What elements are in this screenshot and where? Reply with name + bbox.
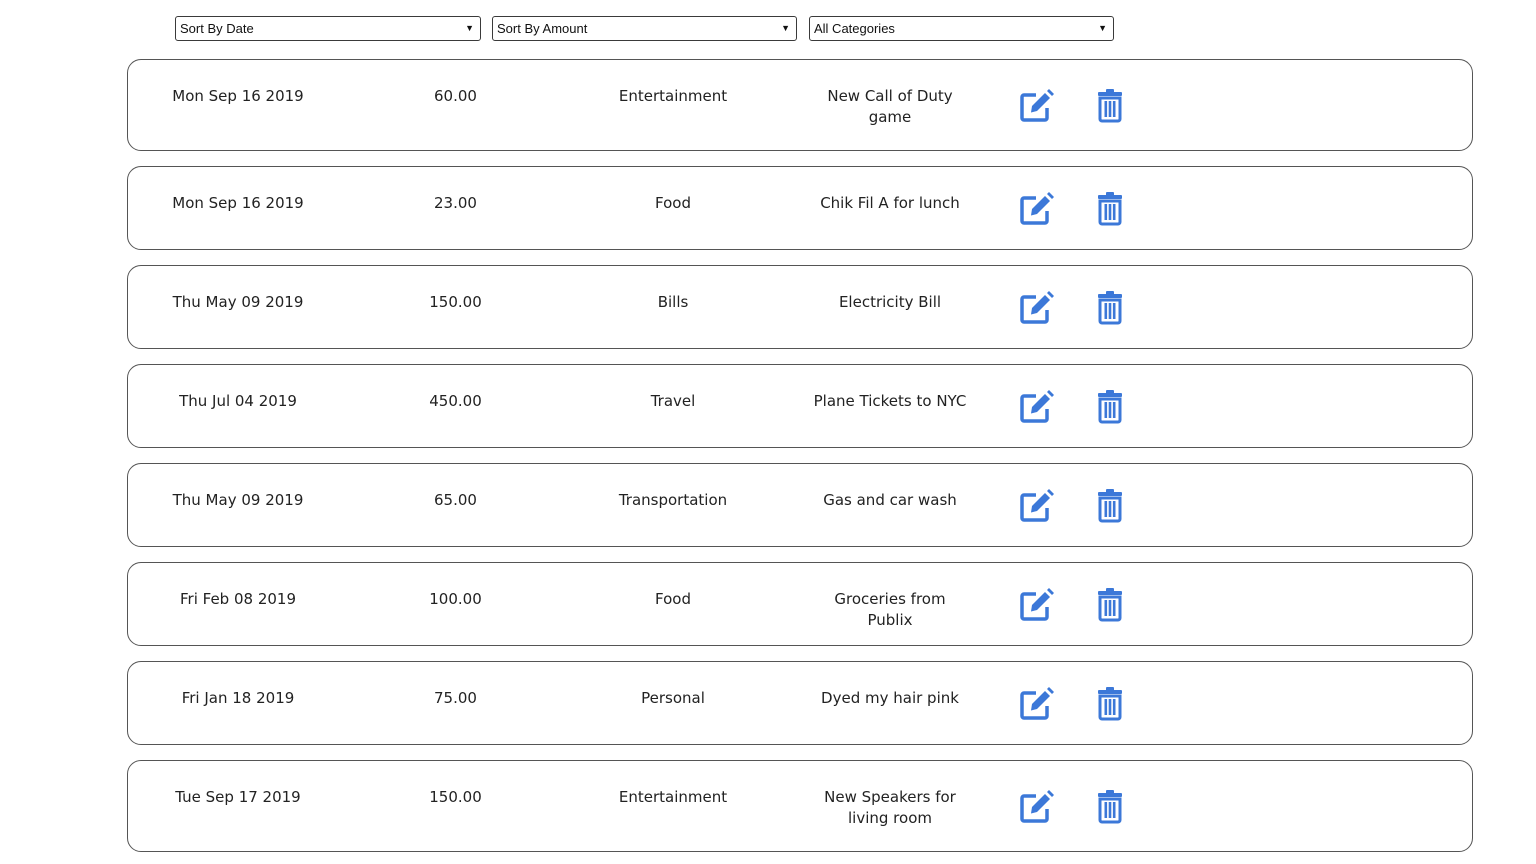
trash-icon [1090,189,1130,229]
delete-button[interactable] [1090,684,1130,724]
expense-row: Mon Sep 16 2019 23.00 Food Chik Fil A fo… [127,166,1473,250]
expense-row: Thu Jul 04 2019 450.00 Travel Plane Tick… [127,364,1473,448]
expense-description: Gas and car wash [823,491,957,509]
expense-date: Thu May 09 2019 [172,491,304,509]
delete-button[interactable] [1090,787,1130,827]
sort-by-date-select[interactable]: Sort By Date ▼ [175,16,481,41]
expense-amount: 150.00 [429,788,482,806]
delete-button[interactable] [1090,189,1130,229]
edit-button[interactable] [1016,387,1056,427]
sort-by-amount-label: Sort By Amount [497,21,588,36]
edit-icon [1016,787,1056,827]
expense-category: Personal [641,689,705,707]
expense-date: Tue Sep 17 2019 [175,788,301,806]
expense-category: Entertainment [618,87,728,105]
expense-amount: 65.00 [434,491,477,509]
expense-amount: 75.00 [434,689,477,707]
expense-description: New Speakers for living room [824,788,956,827]
expense-row: Mon Sep 16 2019 60.00 Entertainment New … [127,59,1473,151]
dropdown-arrow-icon: ▼ [1098,23,1107,33]
expense-description: New Call of Duty game [827,87,953,126]
expense-category: Travel [650,392,696,410]
expense-description: Plane Tickets to NYC [813,392,967,410]
expense-date: Thu May 09 2019 [172,293,304,311]
edit-icon [1016,387,1056,427]
expense-amount: 150.00 [429,293,482,311]
edit-icon [1016,86,1056,126]
expense-category: Entertainment [618,788,728,806]
trash-icon [1090,387,1130,427]
delete-button[interactable] [1090,387,1130,427]
expense-row: Tue Sep 17 2019 150.00 Entertainment New… [127,760,1473,852]
expense-amount: 60.00 [434,87,477,105]
expense-date: Fri Jan 18 2019 [181,689,295,707]
edit-button[interactable] [1016,189,1056,229]
edit-button[interactable] [1016,585,1056,625]
category-select[interactable]: All Categories ▼ [809,16,1114,41]
delete-button[interactable] [1090,486,1130,526]
expense-category: Food [655,194,691,212]
expense-row: Thu May 09 2019 150.00 Bills Electricity… [127,265,1473,349]
trash-icon [1090,585,1130,625]
expense-description: Groceries from Publix [834,590,946,629]
category-label: All Categories [814,21,895,36]
dropdown-arrow-icon: ▼ [781,23,790,33]
delete-button[interactable] [1090,86,1130,126]
expense-row: Fri Feb 08 2019 100.00 Food Groceries fr… [127,562,1473,646]
edit-icon [1016,684,1056,724]
trash-icon [1090,787,1130,827]
expense-date: Thu Jul 04 2019 [179,392,297,410]
edit-button[interactable] [1016,288,1056,328]
expense-category: Transportation [618,491,728,509]
expense-row: Thu May 09 2019 65.00 Transportation Gas… [127,463,1473,547]
expense-amount: 100.00 [429,590,482,608]
expense-date: Mon Sep 16 2019 [172,87,304,105]
delete-button[interactable] [1090,585,1130,625]
trash-icon [1090,86,1130,126]
expense-description: Dyed my hair pink [821,689,959,707]
delete-button[interactable] [1090,288,1130,328]
trash-icon [1090,684,1130,724]
expense-description: Electricity Bill [838,293,942,311]
edit-button[interactable] [1016,684,1056,724]
edit-button[interactable] [1016,86,1056,126]
edit-icon [1016,486,1056,526]
edit-icon [1016,189,1056,229]
trash-icon [1090,288,1130,328]
edit-button[interactable] [1016,486,1056,526]
expense-date: Mon Sep 16 2019 [172,194,304,212]
expense-amount: 23.00 [434,194,477,212]
expense-date: Fri Feb 08 2019 [180,590,296,608]
expense-amount: 450.00 [429,392,482,410]
dropdown-arrow-icon: ▼ [465,23,474,33]
expense-description: Chik Fil A for lunch [820,194,960,212]
sort-by-amount-select[interactable]: Sort By Amount ▼ [492,16,797,41]
edit-icon [1016,585,1056,625]
expense-row: Fri Jan 18 2019 75.00 Personal Dyed my h… [127,661,1473,745]
trash-icon [1090,486,1130,526]
edit-button[interactable] [1016,787,1056,827]
expense-category: Food [655,590,691,608]
edit-icon [1016,288,1056,328]
expense-category: Bills [657,293,689,311]
sort-by-date-label: Sort By Date [180,21,254,36]
